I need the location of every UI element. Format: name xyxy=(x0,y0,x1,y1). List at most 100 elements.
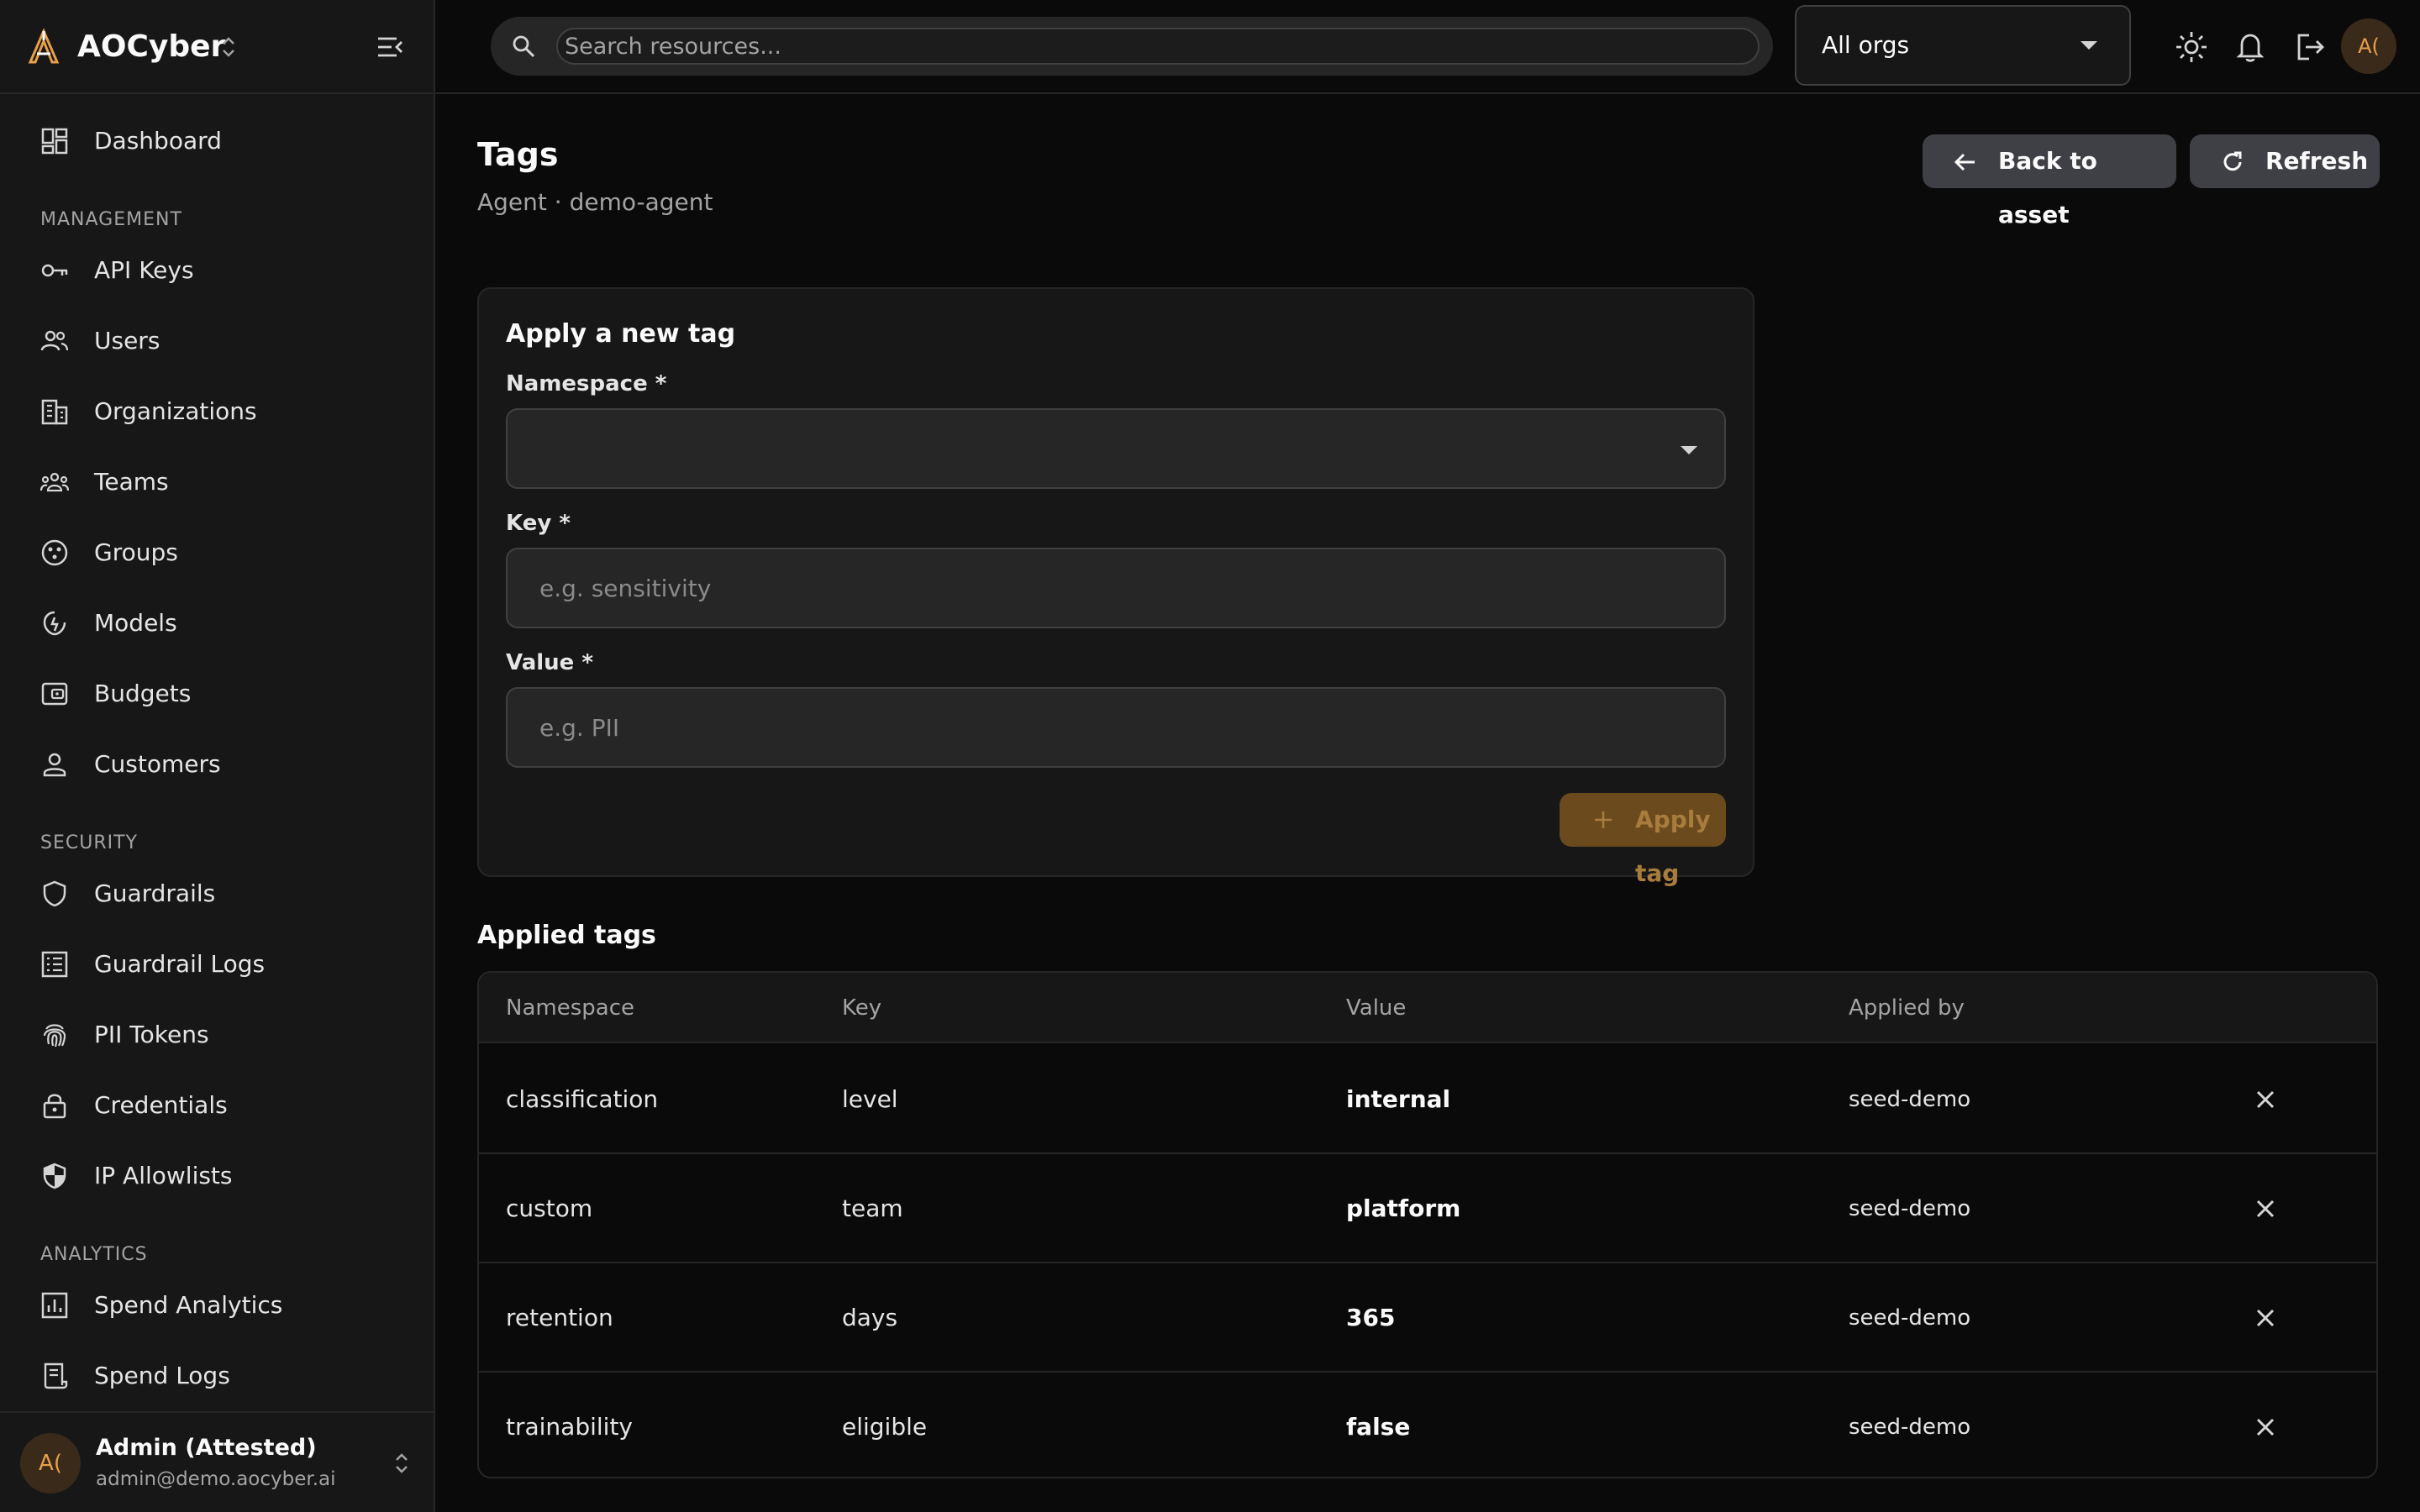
main-content: Tags Agent · demo-agent Back to asset Re… xyxy=(435,94,2420,1512)
cell-namespace: retention xyxy=(506,1304,613,1331)
apply-tag-label: Apply tag xyxy=(1635,806,1711,887)
user-menu[interactable]: A( Admin (Attested) admin@demo.aocyber.a… xyxy=(0,1411,434,1512)
analytics-icon xyxy=(41,1292,68,1319)
org-select[interactable]: All orgs xyxy=(1795,5,2131,86)
sidebar-item-label: API Keys xyxy=(94,256,194,284)
dashboard-icon xyxy=(41,128,68,155)
key-input[interactable] xyxy=(508,549,1724,627)
wallet-icon xyxy=(41,682,68,706)
sidebar-item-guardrails[interactable]: Guardrails xyxy=(20,865,413,922)
cell-namespace: trainability xyxy=(506,1413,633,1441)
cell-value: 365 xyxy=(1346,1304,1396,1331)
sidebar-item-label: Guardrail Logs xyxy=(94,950,266,978)
sidebar-item-organizations[interactable]: Organizations xyxy=(20,383,413,440)
cell-applied-by: seed-demo xyxy=(1849,1087,1971,1112)
sidebar-item-ip-allowlists[interactable]: IP Allowlists xyxy=(20,1147,413,1205)
sidebar-item-label: PII Tokens xyxy=(94,1021,209,1048)
sidebar-item-label: Budgets xyxy=(94,680,192,707)
column-header-namespace: Namespace xyxy=(506,995,634,1021)
shield-half-icon xyxy=(43,1163,66,1189)
bell-icon[interactable] xyxy=(2233,30,2267,64)
sidebar-item-label: IP Allowlists xyxy=(94,1162,233,1189)
cell-value: false xyxy=(1346,1413,1411,1441)
caret-down-icon xyxy=(2081,41,2097,50)
user-email: admin@demo.aocyber.ai xyxy=(96,1468,336,1490)
sidebar-item-label: Users xyxy=(94,327,160,354)
page-subtitle: Agent · demo-agent xyxy=(477,188,713,216)
cell-key: days xyxy=(842,1304,898,1331)
cell-key: level xyxy=(842,1085,898,1113)
close-icon xyxy=(2256,1090,2275,1109)
app-name[interactable]: AOCyber xyxy=(77,29,225,66)
remove-tag-button[interactable] xyxy=(2249,1192,2282,1226)
sidebar-item-label: Organizations xyxy=(94,397,257,425)
section-title-management: MANAGEMENT xyxy=(40,209,182,230)
topbar: All orgs A( xyxy=(435,0,2420,94)
collapse-sidebar-icon[interactable] xyxy=(375,32,405,62)
table-row: trainability eligible false seed-demo xyxy=(479,1373,2376,1477)
sidebar-item-label: Dashboard xyxy=(94,127,222,155)
close-icon xyxy=(2256,1309,2275,1327)
remove-tag-button[interactable] xyxy=(2249,1083,2282,1116)
caret-down-icon xyxy=(1681,446,1697,454)
sidebar-item-users[interactable]: Users xyxy=(20,312,413,370)
cell-applied-by: seed-demo xyxy=(1849,1196,1971,1221)
search-input[interactable] xyxy=(556,28,1760,65)
list-icon xyxy=(41,951,68,978)
remove-tag-button[interactable] xyxy=(2249,1301,2282,1335)
sidebar-item-spend-analytics[interactable]: Spend Analytics xyxy=(20,1277,413,1334)
sidebar-item-label: Teams xyxy=(94,468,169,496)
table-row: custom team platform seed-demo xyxy=(479,1154,2376,1263)
cell-value: platform xyxy=(1346,1194,1461,1222)
avatar[interactable]: A( xyxy=(2341,18,2396,74)
sidebar-item-label: Guardrails xyxy=(94,879,216,907)
fingerprint-icon xyxy=(43,1024,66,1047)
search-bar xyxy=(491,17,1773,76)
receipt-icon xyxy=(44,1362,68,1389)
sidebar-item-customers[interactable]: Customers xyxy=(20,736,413,793)
sidebar-item-label: Customers xyxy=(94,750,221,778)
refresh-icon xyxy=(2223,151,2242,171)
sidebar-item-label: Spend Analytics xyxy=(94,1291,283,1319)
sidebar-item-label: Groups xyxy=(94,538,178,566)
org-select-value: All orgs xyxy=(1822,31,1910,59)
refresh-button[interactable]: Refresh xyxy=(2190,134,2380,188)
sidebar-item-dashboard[interactable]: Dashboard xyxy=(20,113,413,170)
back-to-asset-button[interactable]: Back to asset xyxy=(1923,134,2176,228)
value-field-box xyxy=(506,687,1726,768)
chevron-up-down-icon[interactable] xyxy=(218,34,239,60)
sidebar-item-credentials[interactable]: Credentials xyxy=(20,1077,413,1134)
chevron-up-down-icon[interactable] xyxy=(393,1450,410,1477)
section-title-analytics: ANALYTICS xyxy=(40,1244,148,1265)
sun-icon[interactable] xyxy=(2175,30,2208,64)
cell-applied-by: seed-demo xyxy=(1849,1415,1971,1440)
sidebar-item-budgets[interactable]: Budgets xyxy=(20,665,413,722)
sidebar-item-guardrail-logs[interactable]: Guardrail Logs xyxy=(20,936,413,993)
sidebar-item-label: Spend Logs xyxy=(94,1362,230,1389)
cell-key: team xyxy=(842,1194,903,1222)
namespace-select[interactable] xyxy=(506,408,1726,489)
apply-tag-card: Apply a new tag Namespace * Key * Value … xyxy=(477,287,1754,887)
sidebar-item-groups[interactable]: Groups xyxy=(20,524,413,581)
sidebar-item-teams[interactable]: Teams xyxy=(20,454,413,511)
namespace-select-value[interactable] xyxy=(508,410,1724,487)
remove-tag-button[interactable] xyxy=(2249,1410,2282,1444)
logout-icon[interactable] xyxy=(2294,30,2328,64)
lock-icon xyxy=(43,1094,66,1119)
apply-tag-button[interactable]: Apply tag xyxy=(1560,793,1726,887)
sidebar-item-api-keys[interactable]: API Keys xyxy=(20,242,413,299)
key-field-box xyxy=(506,548,1726,628)
close-icon xyxy=(2256,1418,2275,1436)
close-icon xyxy=(2256,1200,2275,1218)
model-icon xyxy=(43,611,66,636)
value-input[interactable] xyxy=(508,689,1724,766)
value-label: Value * xyxy=(506,650,593,675)
sidebar-item-spend-logs[interactable]: Spend Logs xyxy=(20,1347,413,1404)
sidebar-item-models[interactable]: Models xyxy=(20,595,413,652)
sidebar-item-pii-tokens[interactable]: PII Tokens xyxy=(20,1006,413,1063)
column-header-applied-by: Applied by xyxy=(1849,995,1965,1021)
teams-icon xyxy=(40,472,69,492)
section-title-security: SECURITY xyxy=(40,832,138,853)
person-icon xyxy=(43,753,66,777)
user-name: Admin (Attested) xyxy=(96,1435,317,1461)
